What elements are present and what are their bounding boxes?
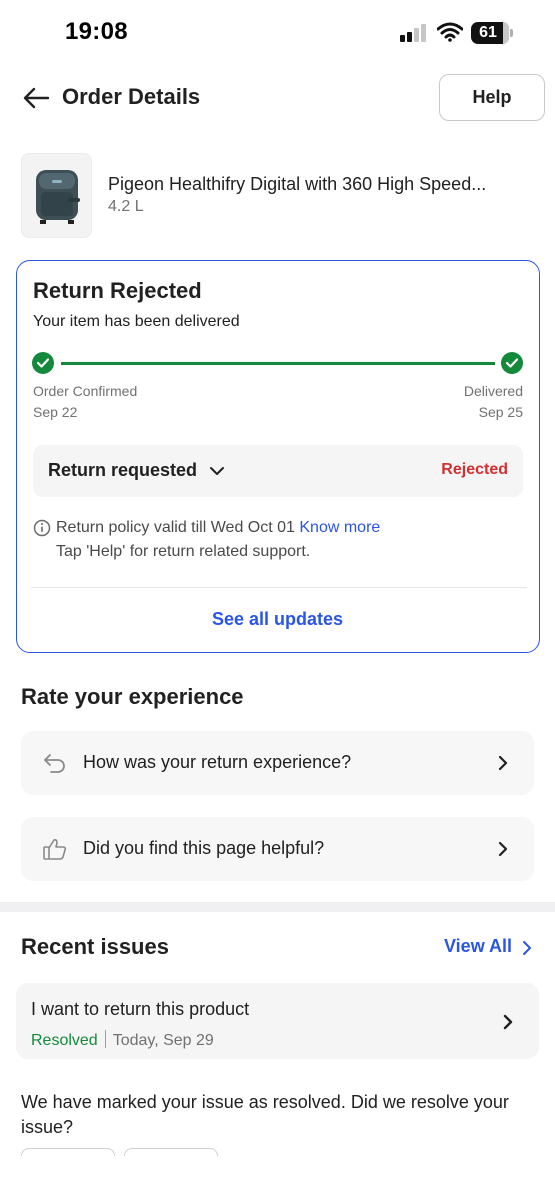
return-experience-row[interactable]: How was your return experience? <box>21 731 534 795</box>
step-date-delivered: Sep 25 <box>478 404 523 420</box>
chevron-right-icon <box>498 841 508 857</box>
know-more-link[interactable]: Know more <box>299 519 380 536</box>
page-helpful-label: Did you find this page helpful? <box>83 838 325 858</box>
info-icon <box>33 519 51 537</box>
thumbs-up-icon <box>43 839 67 860</box>
return-arrow-icon <box>44 754 65 773</box>
return-status-subtitle: Your item has been delivered <box>33 313 240 330</box>
signal-icon <box>400 24 426 42</box>
view-all-link[interactable]: View All <box>444 936 512 957</box>
meta-divider <box>104 1030 106 1048</box>
battery-icon: 61 <box>471 22 513 44</box>
status-bar: 19:08 61 <box>0 0 555 66</box>
product-image[interactable] <box>21 153 92 238</box>
progress-track <box>61 362 495 365</box>
help-button[interactable]: Help <box>439 74 545 121</box>
issue-date: Today, Sep 29 <box>112 1032 214 1049</box>
divider <box>31 587 527 588</box>
rate-section-title: Rate your experience <box>21 684 244 709</box>
return-help-text: Tap 'Help' for return related support. <box>56 543 311 560</box>
arrow-left-icon[interactable] <box>20 82 52 114</box>
page-helpful-row[interactable]: Did you find this page helpful? <box>21 817 534 881</box>
return-status-title: Return Rejected <box>33 278 202 303</box>
chevron-down-icon <box>210 467 224 475</box>
return-policy-text: Return policy valid till Wed Oct 01 Know… <box>56 519 380 537</box>
check-icon <box>32 352 54 374</box>
return-status-badge: Rejected <box>441 461 508 478</box>
issue-meta: Resolved Today, Sep 29 <box>31 1030 214 1050</box>
bottom-edge <box>0 1156 555 1200</box>
check-icon <box>501 352 523 374</box>
step-date-order-confirmed: Sep 22 <box>33 404 78 420</box>
air-fryer-image <box>36 170 80 224</box>
chevron-right-icon <box>498 755 508 771</box>
see-all-updates-link[interactable]: See all updates <box>17 609 538 630</box>
return-requested-label: Return requested <box>48 460 198 480</box>
recent-issues-title: Recent issues <box>21 934 169 959</box>
chevron-right-icon[interactable] <box>522 940 532 956</box>
return-requested-row[interactable]: Return requested Rejected <box>33 445 523 497</box>
step-label-order-confirmed: Order Confirmed <box>33 383 138 399</box>
issue-title: I want to return this product <box>31 999 250 1019</box>
issue-status: Resolved <box>31 1032 98 1049</box>
page-title: Order Details <box>62 84 201 109</box>
wifi-icon <box>437 22 463 42</box>
battery-level: 61 <box>479 24 497 41</box>
chevron-right-icon <box>503 1014 513 1030</box>
product-name[interactable]: Pigeon Healthifry Digital with 360 High … <box>108 174 528 195</box>
return-status-card: Return Rejected Your item has been deliv… <box>16 260 540 653</box>
return-experience-label: How was your return experience? <box>83 752 352 772</box>
step-label-delivered: Delivered <box>463 383 523 399</box>
resolve-question: We have marked your issue as resolved. D… <box>21 1092 509 1137</box>
issue-card[interactable]: I want to return this product Resolved To… <box>16 983 539 1059</box>
product-size: 4.2 L <box>108 198 144 215</box>
section-separator <box>0 902 555 912</box>
return-policy-label: Return policy valid till Wed Oct 01 <box>56 519 295 536</box>
status-time: 19:08 <box>65 18 128 45</box>
